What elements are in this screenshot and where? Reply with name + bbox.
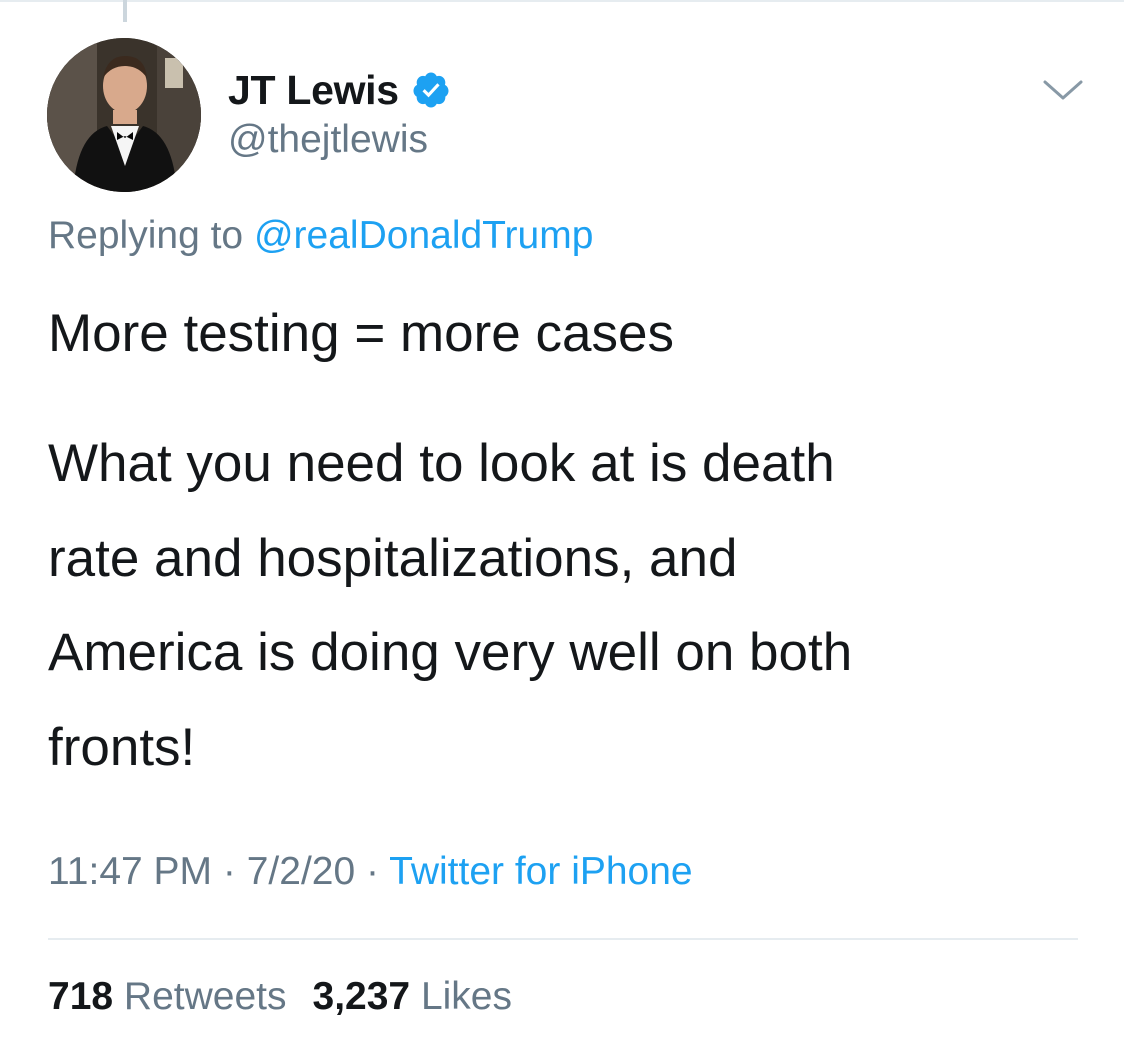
avatar-photo — [47, 38, 201, 192]
tweet-date[interactable]: 7/2/20 — [247, 850, 355, 893]
reply-mention-link[interactable]: @realDonaldTrump — [254, 214, 593, 257]
likes-stat[interactable]: 3,237 Likes — [313, 975, 513, 1018]
tweet-time[interactable]: 11:47 PM — [48, 850, 212, 893]
tweet-text-body-line: rate and hospitalizations, and — [48, 528, 738, 588]
engagement-stats: 718 Retweets 3,237 Likes — [48, 975, 512, 1019]
retweets-stat[interactable]: 718 Retweets — [48, 975, 287, 1018]
likes-label: Likes — [420, 975, 512, 1018]
author-name-row: JT Lewis — [228, 64, 451, 116]
tweet-text-line-1: More testing = more cases — [48, 304, 674, 363]
meta-separator: · — [366, 850, 380, 893]
author-handle[interactable]: @thejtlewis — [228, 118, 428, 162]
top-border — [0, 0, 1124, 2]
verified-badge-icon — [411, 70, 451, 110]
thread-connector-line — [123, 0, 127, 22]
avatar[interactable] — [47, 38, 201, 192]
tweet-text-body-line: America is doing very well on both — [48, 623, 853, 682]
replying-to-line: Replying to @realDonaldTrump — [48, 214, 593, 258]
replying-to-prefix: Replying to — [48, 214, 244, 257]
likes-count: 3,237 — [312, 975, 411, 1018]
tweet-metadata: 11:47 PM · 7/2/20 · Twitter for iPhone — [48, 850, 693, 894]
tweet-text-body-line: fronts! — [48, 717, 196, 777]
meta-separator: · — [222, 850, 236, 893]
author-display-name[interactable]: JT Lewis — [228, 67, 399, 114]
tweet-text-body-line: What you need to look at is death — [48, 434, 835, 493]
chevron-down-icon[interactable] — [1040, 72, 1086, 108]
retweets-count: 718 — [48, 975, 114, 1018]
tweet-text-body: What you need to look at is death rate a… — [48, 417, 1078, 795]
retweets-label: Retweets — [123, 975, 287, 1018]
stats-divider — [48, 938, 1078, 940]
tweet-source-link[interactable]: Twitter for iPhone — [389, 850, 692, 893]
